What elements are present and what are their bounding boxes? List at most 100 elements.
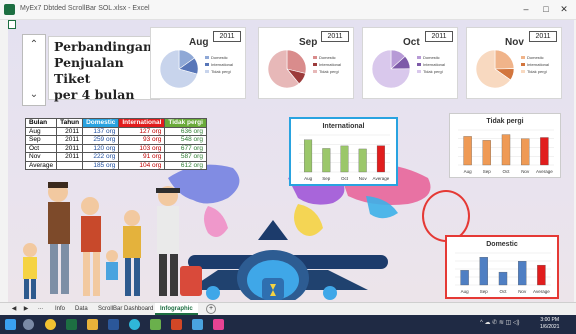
cell[interactable]: 259 org (82, 135, 120, 145)
pie-year-box[interactable]: 2011 (321, 31, 349, 42)
cell[interactable]: 222 org (82, 152, 120, 162)
cell[interactable]: 120 org (82, 143, 120, 153)
cell[interactable]: Average (24, 160, 58, 170)
pie-legend: Domestic International Tidak pergi (205, 54, 233, 75)
cell[interactable]: 2011 (56, 126, 84, 136)
cell[interactable]: 104 org (118, 160, 166, 170)
pie-panel-sep[interactable]: Sep 2011 Domestic International Tidak pe… (258, 27, 354, 99)
maximize-button[interactable]: □ (538, 3, 554, 16)
cell[interactable]: 587 org (164, 152, 207, 162)
taskbar-clock[interactable]: 3:00 PM 1/6/2021 (540, 317, 559, 331)
title-line-3: per 4 bulan (54, 87, 135, 102)
legend-swatch (205, 70, 209, 74)
search-icon[interactable] (23, 319, 34, 330)
pie-year-box[interactable]: 2011 (529, 31, 557, 42)
legend-swatch (521, 63, 525, 67)
x-tick-label: Nov (518, 289, 527, 294)
header-international[interactable]: International (118, 118, 166, 128)
title-line-2: Penjualan Tiket (54, 55, 124, 86)
cell[interactable]: Aug (24, 126, 58, 136)
scroll-down-button[interactable]: ⌄ (23, 85, 45, 105)
pie-panel-oct[interactable]: Oct 2011 Domestic International Tidak pe… (362, 27, 458, 99)
selected-cell[interactable] (8, 20, 16, 29)
x-tick-label: Oct (499, 289, 507, 294)
bar-chart-domestic: Aug Sep Oct Nov Average (455, 252, 551, 294)
cell[interactable]: Sep (24, 135, 58, 145)
cell[interactable]: Nov (24, 152, 58, 162)
header-domestic[interactable]: Domestic (82, 118, 120, 128)
tab-infographic[interactable]: Infographic (155, 303, 198, 315)
pie-panel-nov[interactable]: Nov 2011 Domestic International Tidak pe… (466, 27, 562, 99)
pie-year-box[interactable]: 2011 (425, 31, 453, 42)
scroll-up-button[interactable]: ⌃ (23, 35, 45, 55)
cell[interactable]: 2011 (56, 135, 84, 145)
header-bulan[interactable]: Bulan (24, 118, 58, 128)
legend-swatch (205, 56, 209, 60)
folder-icon[interactable] (87, 319, 98, 330)
cell[interactable] (56, 160, 84, 170)
bar-nov (358, 148, 367, 173)
pie-slice-domestic (494, 49, 515, 70)
minimize-button[interactable]: – (518, 3, 534, 16)
cell[interactable]: 127 org (118, 126, 166, 136)
cell[interactable]: 2011 (56, 152, 84, 162)
store-icon[interactable] (150, 319, 161, 330)
pie-panel-aug[interactable]: Aug 2011 Domestic International Tidak pe… (150, 27, 246, 99)
table-header-row: Bulan Tahun Domestic International Tidak… (24, 118, 207, 128)
cell[interactable]: 548 org (164, 135, 207, 145)
table-row: Average 185 org 104 org 612 org (24, 160, 207, 170)
cell[interactable]: 137 org (82, 126, 120, 136)
bar-chart-international: Aug Sep Oct Nov Average (299, 134, 390, 181)
international-chart-panel[interactable]: International Aug Sep Oct Nov Average (289, 117, 398, 186)
title-bar: MyEx7 Dbtded ScrollBar SOL.xlsx - Excel … (0, 0, 576, 20)
cell[interactable]: 677 org (164, 143, 207, 153)
word-icon[interactable] (108, 319, 119, 330)
table-row: Sep 2011 259 org 93 org 548 org (24, 135, 207, 145)
pie-month-label: Aug (189, 37, 209, 48)
pie-month-label: Nov (505, 37, 524, 48)
x-tick-label: Oct (341, 176, 349, 181)
excel-icon[interactable] (66, 319, 77, 330)
cell[interactable]: 2011 (56, 143, 84, 153)
app-icon[interactable] (213, 319, 224, 330)
tidak-pergi-chart-panel[interactable]: Tidak pergi Aug Sep Oct Nov Average (449, 113, 561, 178)
header-tidak-pergi[interactable]: Tidak pergi (164, 118, 207, 128)
ppt-icon[interactable] (171, 319, 182, 330)
close-button[interactable]: ✕ (556, 3, 572, 16)
cell[interactable]: 103 org (118, 143, 166, 153)
tab-info[interactable]: Info (50, 303, 70, 315)
tab-scrollbar-dashboard[interactable]: ScrollBar Dashboard (93, 303, 158, 315)
clock-date: 1/6/2021 (540, 324, 560, 330)
domestic-chart-panel[interactable]: Domestic Aug Sep Oct Nov Average (445, 235, 559, 299)
x-tick-label: Sep (480, 289, 489, 294)
mail-icon[interactable] (192, 319, 203, 330)
pie-year-box[interactable]: 2011 (213, 31, 241, 42)
bar-oct (340, 145, 349, 173)
legend-swatch (313, 63, 317, 67)
start-icon[interactable] (5, 319, 16, 330)
legend-swatch (205, 63, 209, 67)
tab-data[interactable]: Data (70, 303, 93, 315)
month-scrollbar-control[interactable]: ⌃ ⌄ (22, 34, 46, 106)
tab-next-button[interactable]: ▶ (22, 305, 30, 314)
system-tray[interactable]: ^ ☁ ✆ ≋ ◫ ◁) (480, 319, 520, 326)
bar-average (376, 145, 385, 173)
bar-nov (518, 260, 527, 286)
cell[interactable]: 185 org (82, 160, 120, 170)
legend-swatch (417, 70, 421, 74)
edge-icon[interactable] (129, 319, 140, 330)
add-sheet-button[interactable]: + (206, 304, 216, 314)
cell[interactable]: Oct (24, 143, 58, 153)
cell[interactable]: 91 org (118, 152, 166, 162)
tab-prev-button[interactable]: ◀ (10, 305, 18, 314)
cell[interactable]: 612 org (164, 160, 207, 170)
tab-overflow[interactable]: ... (38, 305, 43, 311)
pie-legend: Domestic International Tidak pergi (417, 54, 445, 75)
header-tahun[interactable]: Tahun (56, 118, 84, 128)
x-tick-label: Average (536, 169, 553, 174)
sales-data-table: Bulan Tahun Domestic International Tidak… (24, 118, 207, 170)
cell[interactable]: 636 org (164, 126, 207, 136)
chrome-icon[interactable] (45, 319, 56, 330)
cell[interactable]: 93 org (118, 135, 166, 145)
worksheet-canvas: ⌃ ⌄ Perbandingan Penjualan Tiket per 4 b… (8, 20, 574, 302)
